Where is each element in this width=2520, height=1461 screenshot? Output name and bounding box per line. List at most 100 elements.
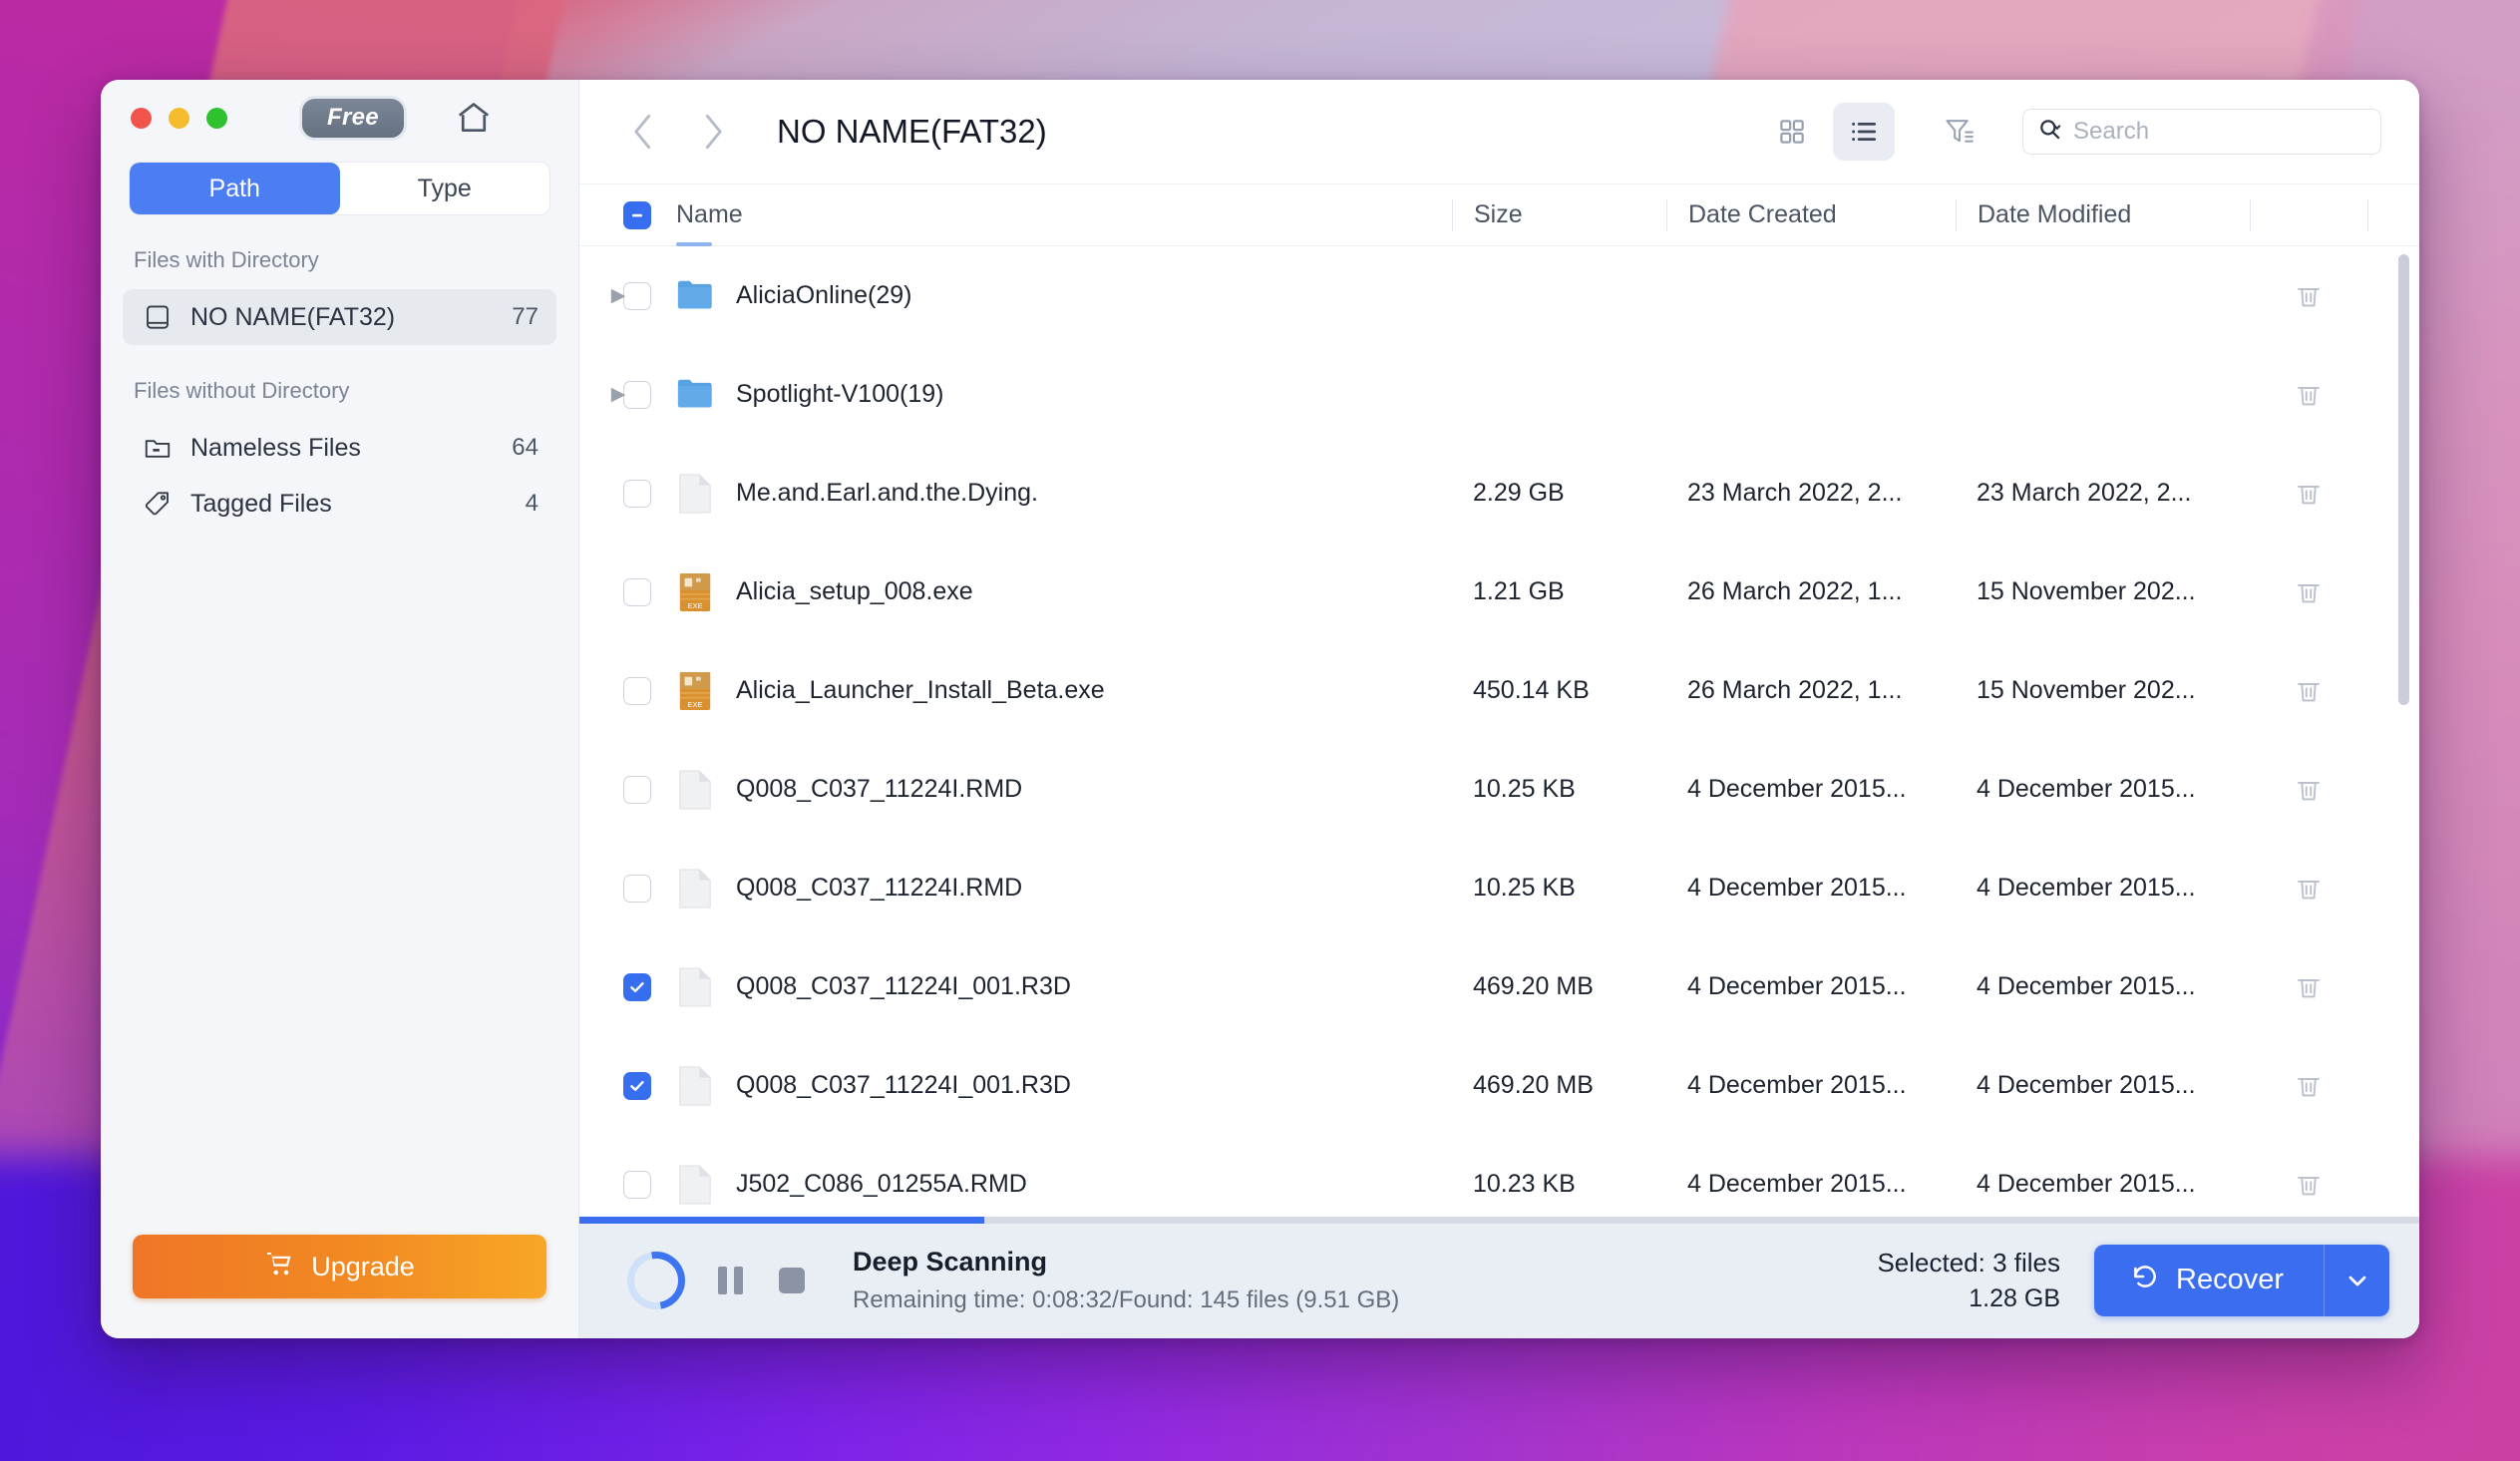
file-icon bbox=[679, 474, 711, 513]
filter-icon[interactable] bbox=[1933, 105, 1986, 159]
row-size-cell: 469.20 MB bbox=[1473, 1071, 1594, 1099]
row-checkbox[interactable] bbox=[623, 676, 651, 705]
titlebar: Free bbox=[101, 80, 578, 156]
row-checkbox[interactable] bbox=[623, 972, 651, 1001]
delete-row-button[interactable] bbox=[2250, 775, 2367, 805]
recover-button[interactable]: Recover bbox=[2094, 1245, 2324, 1316]
row-select-cell[interactable]: ▶ bbox=[579, 281, 676, 310]
file-icon bbox=[679, 1066, 711, 1105]
expand-toggle-icon[interactable]: ▶ bbox=[601, 383, 635, 406]
main-panel: NO NAME(FAT32) Search Name Size Date Cre… bbox=[579, 80, 2419, 1338]
upgrade-section: Upgrade bbox=[101, 1235, 578, 1338]
row-select-cell[interactable] bbox=[579, 1170, 676, 1199]
row-checkbox[interactable] bbox=[623, 1071, 651, 1100]
stop-scan-button[interactable] bbox=[775, 1264, 809, 1297]
free-badge[interactable]: Free bbox=[299, 95, 407, 141]
delete-row-button[interactable] bbox=[2250, 972, 2367, 1002]
delete-row-button[interactable] bbox=[2250, 479, 2367, 509]
row-select-cell[interactable] bbox=[579, 775, 676, 804]
file-name: Q008_C037_11224I.RMD bbox=[736, 775, 1023, 803]
row-select-cell[interactable] bbox=[579, 577, 676, 606]
table-row[interactable]: ▶ Spotlight-V100(19) bbox=[579, 345, 2419, 444]
delete-row-button[interactable] bbox=[2250, 577, 2367, 607]
sidebar-item-count: 4 bbox=[525, 490, 539, 517]
row-size-cell: 1.21 GB bbox=[1473, 577, 1565, 605]
folder-minus-icon bbox=[141, 431, 175, 465]
search-input[interactable] bbox=[2073, 118, 2382, 146]
scan-progress-bar bbox=[579, 1217, 2419, 1224]
table-row[interactable]: EXE Alicia_setup_008.exe 1.21 GB 26 Marc… bbox=[579, 543, 2419, 641]
delete-row-button[interactable] bbox=[2250, 1071, 2367, 1101]
row-date-created-cell: 4 December 2015... bbox=[1687, 775, 1907, 803]
list-view-icon[interactable] bbox=[1833, 103, 1895, 161]
delete-row-button[interactable] bbox=[2250, 874, 2367, 904]
row-checkbox[interactable] bbox=[623, 479, 651, 508]
vertical-scrollbar[interactable] bbox=[2398, 254, 2409, 705]
cart-icon bbox=[264, 1249, 294, 1285]
row-select-cell[interactable] bbox=[579, 479, 676, 508]
row-checkbox[interactable] bbox=[623, 775, 651, 804]
minimize-window-button[interactable] bbox=[169, 107, 189, 129]
row-select-cell[interactable] bbox=[579, 1071, 676, 1100]
scan-status-subtitle: Remaining time: 0:08:32/Found: 145 files… bbox=[853, 1285, 1400, 1313]
folder-icon bbox=[677, 280, 712, 309]
selection-summary: Selected: 3 files 1.28 GB bbox=[1877, 1248, 2094, 1313]
tab-path[interactable]: Path bbox=[130, 163, 340, 214]
row-name-cell: Spotlight-V100(19) bbox=[676, 372, 1452, 418]
drive-icon bbox=[141, 300, 175, 334]
forward-button[interactable] bbox=[689, 108, 737, 156]
column-header-name[interactable]: Name bbox=[676, 200, 1452, 229]
pause-scan-button[interactable] bbox=[713, 1264, 747, 1297]
selected-files-size: 1.28 GB bbox=[1969, 1283, 2060, 1312]
column-header-actions bbox=[2250, 198, 2367, 231]
row-select-cell[interactable] bbox=[579, 972, 676, 1001]
table-row[interactable]: ▶ AliciaOnline(29) bbox=[579, 246, 2419, 345]
table-row[interactable]: Q008_C037_11224I.RMD 10.25 KB 4 December… bbox=[579, 740, 2419, 839]
home-icon[interactable] bbox=[451, 95, 497, 141]
file-list[interactable]: ▶ AliciaOnline(29) ▶ Spotlight-V100(19) … bbox=[579, 246, 2419, 1221]
table-row[interactable]: Q008_C037_11224I_001.R3D 469.20 MB 4 Dec… bbox=[579, 1036, 2419, 1135]
table-row[interactable]: Q008_C037_11224I_001.R3D 469.20 MB 4 Dec… bbox=[579, 937, 2419, 1036]
column-header-date-modified[interactable]: Date Modified bbox=[1956, 198, 2250, 231]
row-checkbox[interactable] bbox=[623, 577, 651, 606]
table-row[interactable]: Me.and.Earl.and.the.Dying. 2.29 GB 23 Ma… bbox=[579, 444, 2419, 543]
table-row[interactable]: Q008_C037_11224I.RMD 10.25 KB 4 December… bbox=[579, 839, 2419, 937]
expand-toggle-icon[interactable]: ▶ bbox=[601, 284, 635, 307]
tab-type[interactable]: Type bbox=[340, 163, 550, 214]
stop-icon bbox=[779, 1267, 805, 1293]
column-header-size[interactable]: Size bbox=[1452, 198, 1666, 231]
row-date-modified-cell: 4 December 2015... bbox=[1977, 874, 2196, 902]
close-window-button[interactable] bbox=[131, 107, 152, 129]
selected-files-count: Selected: 3 files bbox=[1877, 1247, 2060, 1278]
sidebar-item-nameless-files[interactable]: Nameless Files 64 bbox=[123, 420, 556, 476]
row-checkbox[interactable] bbox=[623, 874, 651, 903]
table-row[interactable]: EXE Alicia_Launcher_Install_Beta.exe 450… bbox=[579, 641, 2419, 740]
sidebar-item-label: NO NAME(FAT32) bbox=[190, 302, 396, 331]
row-name-cell: Q008_C037_11224I.RMD bbox=[676, 866, 1452, 912]
delete-row-button[interactable] bbox=[2250, 676, 2367, 706]
row-name-cell: AliciaOnline(29) bbox=[676, 273, 1452, 319]
desktop-background: Free Path Type Files with Directory NO N… bbox=[0, 0, 2520, 1461]
row-select-cell[interactable] bbox=[579, 874, 676, 903]
row-size-cell: 10.25 KB bbox=[1473, 874, 1576, 902]
row-select-cell[interactable]: ▶ bbox=[579, 380, 676, 409]
sidebar-item-tagged-files[interactable]: Tagged Files 4 bbox=[123, 476, 556, 532]
upgrade-button[interactable]: Upgrade bbox=[133, 1235, 546, 1298]
table-row[interactable]: J502_C086_01255A.RMD 10.23 KB 4 December… bbox=[579, 1135, 2419, 1221]
grid-view-icon[interactable] bbox=[1761, 103, 1823, 161]
chevron-down-icon[interactable] bbox=[2324, 1244, 2389, 1316]
delete-row-button[interactable] bbox=[2250, 1170, 2367, 1200]
sidebar-mode-tabs: Path Type bbox=[130, 163, 549, 214]
back-button[interactable] bbox=[619, 108, 667, 156]
delete-row-button[interactable] bbox=[2250, 281, 2367, 311]
file-name: Me.and.Earl.and.the.Dying. bbox=[736, 479, 1038, 507]
select-all-checkbox[interactable] bbox=[579, 200, 676, 229]
row-checkbox[interactable] bbox=[623, 1170, 651, 1199]
file-name: Q008_C037_11224I_001.R3D bbox=[736, 1071, 1071, 1099]
column-header-date-created[interactable]: Date Created bbox=[1666, 198, 1956, 231]
maximize-window-button[interactable] bbox=[206, 107, 227, 129]
sidebar-item-no-name-fat32[interactable]: NO NAME(FAT32) 77 bbox=[123, 289, 556, 345]
row-select-cell[interactable] bbox=[579, 676, 676, 705]
search-box[interactable] bbox=[2022, 109, 2382, 155]
delete-row-button[interactable] bbox=[2250, 380, 2367, 410]
